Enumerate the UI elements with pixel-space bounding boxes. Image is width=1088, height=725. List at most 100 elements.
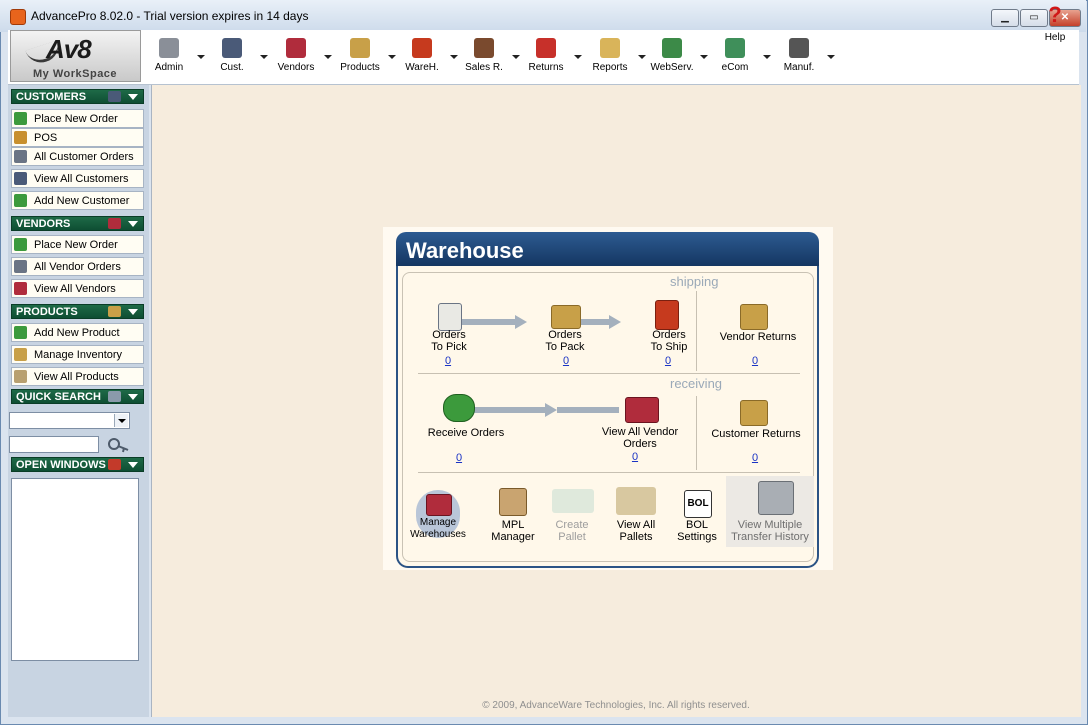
toolbar-button-manuf[interactable]: Manuf. (777, 35, 821, 79)
customer-returns-count-link[interactable]: 0 (747, 452, 763, 464)
toolbar-button-webserv[interactable]: WebServ. (650, 35, 694, 79)
chevron-down-icon[interactable] (128, 94, 138, 100)
sidebar-item-pos[interactable]: POS (11, 128, 144, 147)
manage-warehouses-label[interactable]: Manage Warehouses (405, 517, 471, 541)
orders-to-pick-label[interactable]: Orders To Pick (418, 329, 480, 353)
help-icon[interactable]: ? (1043, 2, 1067, 28)
customer-returns-label[interactable]: Customer Returns (704, 428, 808, 440)
toolbar-label: eCom (721, 62, 749, 73)
toolbar-button-returns[interactable]: Returns (524, 35, 568, 79)
view-all-pallets-magnifier-icon[interactable] (616, 487, 656, 515)
quick-search-select[interactable] (9, 412, 130, 429)
view-all-vendor-orders-label[interactable]: View All Vendor Orders (594, 426, 686, 450)
av8-logo[interactable]: Av8 My WorkSpace (10, 30, 141, 82)
sidebar-item-label: View All Products (34, 371, 119, 383)
sidebar-item-label: View All Customers (34, 173, 129, 185)
orders-to-ship-label[interactable]: Orders To Ship (638, 329, 700, 353)
toolbar-button-wareh[interactable]: WareH. (400, 35, 444, 79)
chevron-down-icon[interactable] (197, 55, 205, 59)
vendor-returns-count-link[interactable]: 0 (747, 355, 763, 367)
open-windows-list[interactable] (11, 478, 139, 661)
create-pallet-line2: Pallet (558, 531, 586, 543)
toolbar-button-salesr[interactable]: Sales R. (462, 35, 506, 79)
vendor-returns-icon[interactable] (740, 304, 768, 330)
orders-to-ship-handtruck-icon[interactable] (655, 300, 679, 330)
ecommerce-dollar-icon (725, 38, 745, 58)
bol-settings-line2: Settings (677, 531, 717, 543)
vendors-section-title: VENDORS (16, 218, 71, 230)
orders-to-pick-count-link[interactable]: 0 (440, 355, 456, 367)
chevron-down-icon[interactable] (700, 55, 708, 59)
sidebar-item-view-all-products[interactable]: View All Products (11, 367, 144, 386)
orders-to-pack-label[interactable]: Orders To Pack (534, 329, 596, 353)
sidebar-item-place-new-order[interactable]: Place New Order (11, 109, 144, 128)
minimize-button[interactable]: ▁ (991, 9, 1019, 27)
toolbar-label: Admin (154, 62, 184, 73)
view-all-pallets-label[interactable]: View All Pallets (605, 519, 667, 543)
mpl-manager-boxes-icon[interactable] (499, 488, 527, 516)
sidebar-item-all-vendor-orders[interactable]: All Vendor Orders (11, 257, 144, 276)
chevron-down-icon[interactable] (450, 55, 458, 59)
sidebar-item-add-new-product[interactable]: Add New Product (11, 323, 144, 342)
help-label[interactable]: Help (1041, 32, 1069, 43)
orders-to-pick-icon[interactable] (438, 303, 462, 331)
sidebar-item-label: POS (34, 132, 58, 144)
logo-sub-text: My WorkSpace (33, 68, 118, 80)
customers-section-header[interactable]: CUSTOMERS (11, 89, 144, 104)
sidebar-item-icon (14, 131, 27, 144)
vendor-orders-factory-icon[interactable] (625, 397, 659, 423)
vendors-section-header[interactable]: VENDORS (11, 216, 144, 231)
toolbar-button-ecom[interactable]: eCom (713, 35, 757, 79)
sidebar-item-place-new-order[interactable]: Place New Order (11, 235, 144, 254)
chevron-down-icon[interactable] (260, 55, 268, 59)
bol-settings-label[interactable]: BOL Settings (666, 519, 728, 543)
chevron-down-icon[interactable] (574, 55, 582, 59)
chevron-down-icon[interactable] (114, 414, 128, 427)
orders-to-pack-box-icon[interactable] (551, 305, 581, 329)
toolbar-button-products[interactable]: Products (338, 35, 382, 79)
sidebar-item-manage-inventory[interactable]: Manage Inventory (11, 345, 144, 364)
toolbar-button-vendors[interactable]: Vendors (274, 35, 318, 79)
bol-settings-document-icon[interactable]: BOL (684, 490, 712, 518)
receive-orders-icon[interactable] (443, 394, 475, 422)
sidebar-item-icon (14, 172, 27, 185)
chevron-down-icon[interactable] (827, 55, 835, 59)
quick-search-input[interactable] (9, 436, 99, 453)
customer-person-icon (222, 38, 242, 58)
sidebar-item-view-all-vendors[interactable]: View All Vendors (11, 279, 144, 298)
transfer-history-icon[interactable] (758, 481, 794, 515)
products-section-header[interactable]: PRODUCTS (11, 304, 144, 319)
toolbar-button-reports[interactable]: Reports (588, 35, 632, 79)
chevron-down-icon[interactable] (128, 309, 138, 315)
chevron-down-icon[interactable] (324, 55, 332, 59)
customers-section-title: CUSTOMERS (16, 91, 87, 103)
toolbar-button-cust[interactable]: Cust. (210, 35, 254, 79)
open-windows-section-header[interactable]: OPEN WINDOWS (11, 457, 144, 472)
receive-orders-count-link[interactable]: 0 (451, 452, 467, 464)
chevron-down-icon[interactable] (128, 394, 138, 400)
chevron-down-icon[interactable] (512, 55, 520, 59)
search-key-icon (108, 438, 129, 453)
chevron-down-icon[interactable] (128, 221, 138, 227)
sidebar-item-add-new-customer[interactable]: Add New Customer (11, 191, 144, 210)
orders-to-ship-count-link[interactable]: 0 (660, 355, 676, 367)
quick-search-section-header[interactable]: QUICK SEARCH (11, 389, 144, 404)
sidebar-item-label: Add New Product (34, 327, 120, 339)
quick-search-go-button[interactable] (106, 435, 132, 454)
sidebar-item-view-all-customers[interactable]: View All Customers (11, 169, 144, 188)
vendor-returns-label[interactable]: Vendor Returns (710, 331, 806, 343)
chevron-down-icon[interactable] (638, 55, 646, 59)
chevron-down-icon[interactable] (388, 55, 396, 59)
mpl-manager-line2: Manager (491, 531, 535, 543)
orders-to-pack-count-link[interactable]: 0 (558, 355, 574, 367)
chevron-down-icon[interactable] (128, 462, 138, 468)
receive-orders-label[interactable]: Receive Orders (418, 427, 514, 439)
view-multiple-transfer-history-label[interactable]: View Multiple Transfer History (726, 519, 814, 543)
transfer-history-line2: Transfer History (731, 531, 809, 543)
chevron-down-icon[interactable] (763, 55, 771, 59)
mpl-manager-label[interactable]: MPL Manager (482, 519, 544, 543)
sidebar-item-all-customer-orders[interactable]: All Customer Orders (11, 147, 144, 166)
view-all-vendor-orders-count-link[interactable]: 0 (627, 451, 643, 463)
toolbar-button-admin[interactable]: Admin (147, 35, 191, 79)
customer-returns-icon[interactable] (740, 400, 768, 426)
